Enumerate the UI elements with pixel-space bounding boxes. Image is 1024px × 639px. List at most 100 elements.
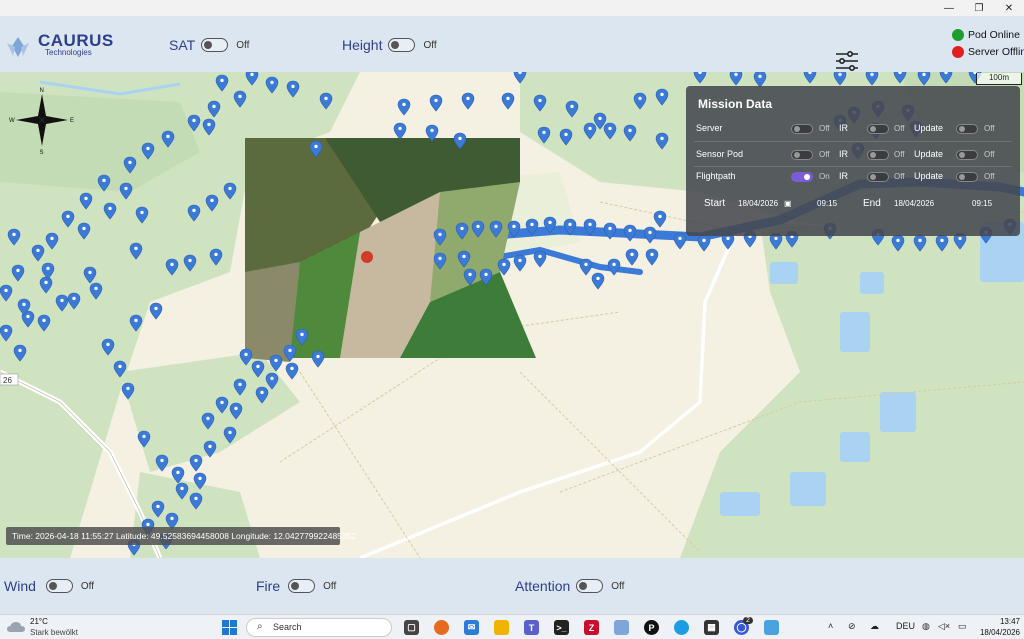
server-status-dot <box>952 46 964 58</box>
sat-state: Off <box>236 39 250 51</box>
sat-label: SAT <box>169 37 196 53</box>
calendar-icon[interactable]: ▣ <box>784 199 792 208</box>
server-status: Server Offline <box>952 46 1024 58</box>
sensor-pod-switch[interactable] <box>791 150 813 160</box>
taskbar-search-input[interactable]: ⌕ Search <box>246 618 392 637</box>
end-date-input[interactable]: 18/04/2026 <box>894 199 934 208</box>
sensor-pod-update-switch[interactable] <box>956 150 978 160</box>
filezilla-icon[interactable]: Z <box>584 620 599 635</box>
mail-icon[interactable]: ✉ <box>464 620 479 635</box>
pod-status-dot <box>952 29 964 41</box>
clock-time[interactable]: 13:47 <box>976 617 1020 626</box>
minimize-button[interactable]: — <box>934 0 964 16</box>
mission-row-server: Server Off IR Off Update Off <box>696 122 1010 138</box>
brand-subtitle: Technologies <box>45 48 92 57</box>
os-taskbar: 21°C Stark bewölkt ⌕ Search ▢ ✉ T >_ Z P… <box>0 614 1024 639</box>
task-view-icon[interactable]: ▢ <box>404 620 419 635</box>
server-switch[interactable] <box>791 124 813 134</box>
sat-toggle-group: SAT Off <box>169 37 249 53</box>
end-label: End <box>863 198 881 209</box>
start-date-input[interactable]: 18/04/2026 <box>738 199 778 208</box>
sensor-pod-ir-state: Off <box>894 150 905 159</box>
restore-button[interactable]: ❐ <box>964 0 994 16</box>
flightpath-update-label: Update <box>914 171 944 181</box>
caurus-logo-icon <box>7 37 29 57</box>
sensor-pod-ir-label: IR <box>839 149 848 159</box>
search-icon: ⌕ <box>257 621 263 632</box>
mission-row-flightpath: Flightpath On IR Off Update Off <box>696 170 1010 186</box>
file-explorer-icon[interactable] <box>494 620 509 635</box>
flightpath-update-switch[interactable] <box>956 172 978 182</box>
server-update-label: Update <box>914 123 944 133</box>
notification-badge: 2 <box>743 617 753 624</box>
height-switch[interactable] <box>388 38 416 52</box>
server-update-state: Off <box>984 124 995 133</box>
sensor-pod-switch-state: Off <box>819 150 830 159</box>
coordinate-readout: Time: 2026-04-18 11:55:27 Latitude: 49.5… <box>6 527 356 545</box>
calculator-icon[interactable]: ▦ <box>704 620 719 635</box>
start-label: Start <box>704 198 726 209</box>
flightpath-switch[interactable] <box>791 172 813 182</box>
pod-status: Pod Online <box>952 29 1020 41</box>
sat-switch[interactable] <box>201 38 229 52</box>
weather-temperature: 21°C <box>30 617 48 626</box>
photos-icon[interactable] <box>764 620 779 635</box>
mission-panel-title: Mission Data <box>698 97 773 111</box>
start-time-input[interactable]: 09:15 <box>817 199 837 208</box>
settings-sliders-icon[interactable] <box>834 50 860 72</box>
mission-row-sensor-pod: Sensor Pod Off IR Off Update Off <box>696 148 1010 164</box>
firefox-icon[interactable] <box>434 620 449 635</box>
location-icon[interactable]: ⊘ <box>848 621 856 632</box>
weather-cloud-icon[interactable] <box>6 619 26 635</box>
terminal-icon[interactable]: >_ <box>554 620 569 635</box>
fire-label: Fire <box>256 578 281 594</box>
fire-state: Off <box>323 580 337 592</box>
window-titlebar: — ❐ ✕ <box>0 0 1024 16</box>
caurus-app-icon[interactable] <box>614 620 629 635</box>
bottom-toggle-bar: Wind Off Fire Off Attention Off <box>0 558 1024 614</box>
server-row-label: Server <box>696 123 723 133</box>
p-app-icon[interactable]: P <box>644 620 659 635</box>
edge-icon[interactable] <box>674 620 689 635</box>
windows-start-icon[interactable] <box>222 620 237 635</box>
taskbar-search-placeholder: Search <box>273 622 302 632</box>
attention-switch[interactable] <box>576 579 604 593</box>
fire-switch[interactable] <box>288 579 316 593</box>
weather-description: Stark bewölkt <box>30 628 79 637</box>
teams-icon[interactable]: T <box>524 620 539 635</box>
sensor-pod-update-label: Update <box>914 149 944 159</box>
attention-toggle-group: Attention Off <box>515 578 624 594</box>
sensor-pod-ir-switch[interactable] <box>867 150 889 160</box>
flightpath-ir-switch[interactable] <box>867 172 889 182</box>
cloud-icon[interactable]: ☁ <box>870 621 879 632</box>
clock-date[interactable]: 18/04/2026 <box>976 628 1020 637</box>
app-header: CAURUS Technologies SAT Off Height Off P… <box>0 16 1024 72</box>
wind-switch[interactable] <box>45 579 73 593</box>
pod-status-label: Pod Online <box>968 29 1020 41</box>
volume-mute-icon[interactable]: ◁× <box>938 621 950 632</box>
sensor-pod-row-label: Sensor Pod <box>696 149 744 159</box>
server-ir-switch[interactable] <box>867 124 889 134</box>
flightpath-row-label: Flightpath <box>696 171 736 181</box>
flightpath-update-state: Off <box>984 172 995 181</box>
server-ir-state: Off <box>894 124 905 133</box>
flightpath-ir-state: Off <box>894 172 905 181</box>
chevron-up-icon[interactable]: ˄ <box>828 621 833 631</box>
keyboard-language[interactable]: DEU <box>896 621 915 631</box>
flightpath-ir-label: IR <box>839 171 848 181</box>
wind-state: Off <box>80 580 95 592</box>
map-scale: 100m <box>976 73 1022 85</box>
server-switch-state: Off <box>819 124 830 133</box>
svg-text:E: E <box>70 118 74 124</box>
server-update-switch[interactable] <box>956 124 978 134</box>
close-button[interactable]: ✕ <box>994 0 1024 16</box>
end-time-input[interactable]: 09:15 <box>972 199 992 208</box>
wind-label: Wind <box>4 578 36 594</box>
height-state: Off <box>423 39 437 51</box>
attention-label: Attention <box>515 578 571 594</box>
network-globe-icon[interactable]: ◍ <box>922 621 930 632</box>
svg-text:S: S <box>40 150 44 156</box>
sensor-pod-update-state: Off <box>984 150 995 159</box>
battery-icon[interactable]: ▭ <box>958 621 967 632</box>
server-status-label: Server Offline <box>968 46 1024 58</box>
